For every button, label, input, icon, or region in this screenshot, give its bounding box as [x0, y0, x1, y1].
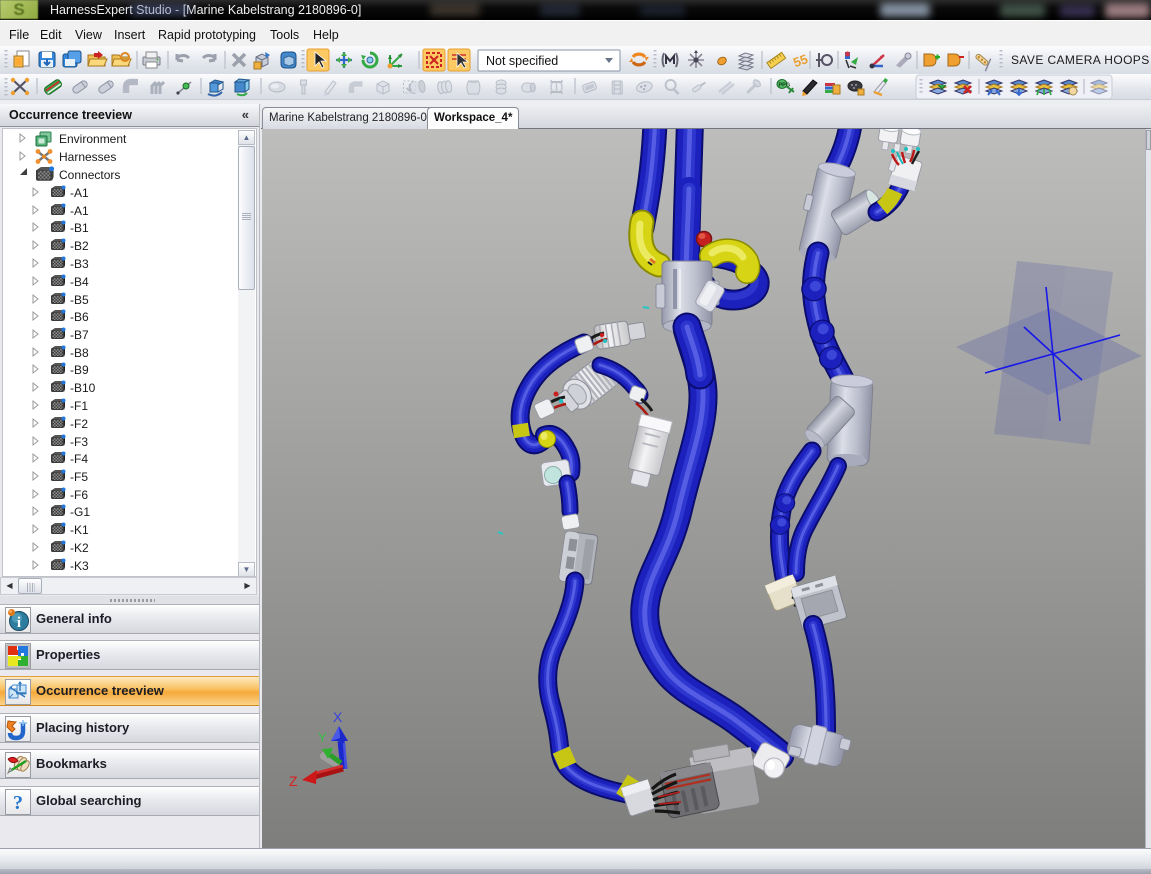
svg-text:SAVE CAMERA HOOPS: SAVE CAMERA HOOPS — [1011, 53, 1150, 67]
svg-text:?: ? — [13, 792, 23, 814]
svg-text:Not specified: Not specified — [486, 54, 558, 68]
svg-text:55: 55 — [791, 51, 810, 70]
svg-text:i: i — [17, 615, 21, 631]
svg-text:Z: Z — [289, 773, 298, 789]
svg-text:Y: Y — [318, 730, 327, 745]
svg-text:X: X — [333, 709, 343, 725]
